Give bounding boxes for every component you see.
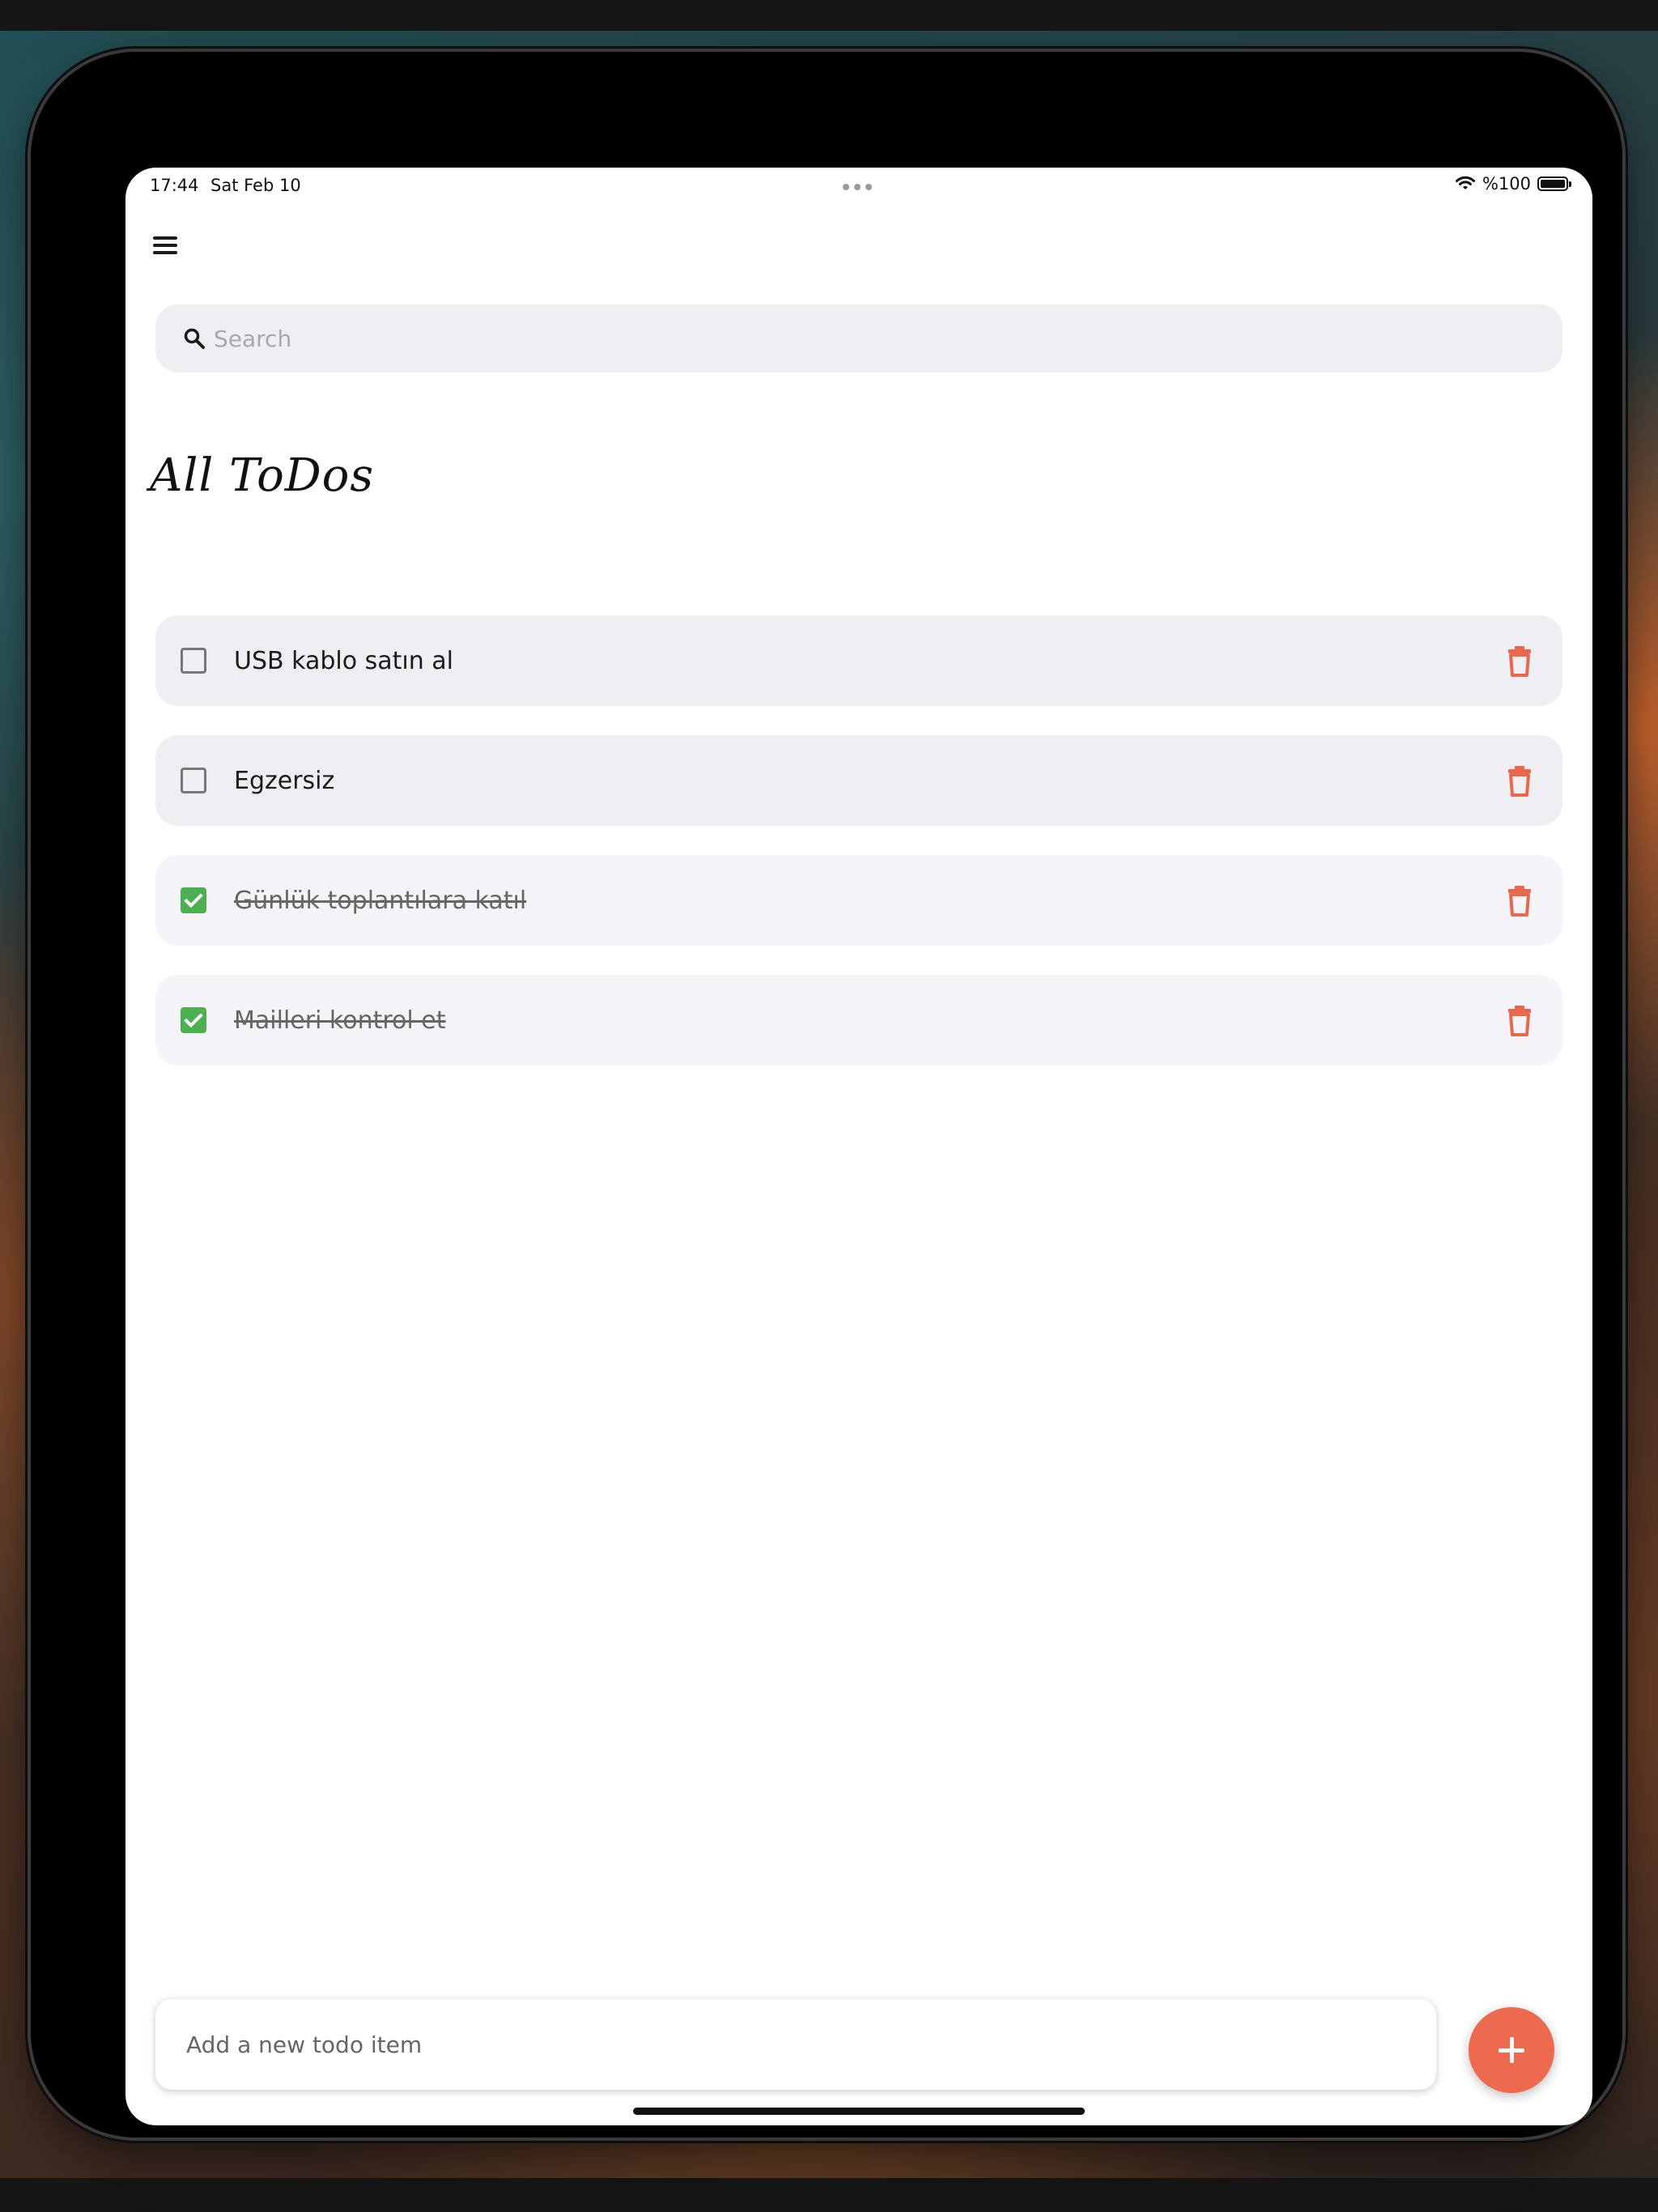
trash-icon[interactable] [1506, 884, 1533, 917]
todo-checkbox[interactable] [181, 887, 206, 913]
search-input[interactable] [212, 324, 1511, 353]
status-time: 17:44 [150, 176, 199, 195]
todo-checkbox[interactable] [181, 768, 206, 793]
todo-checkbox[interactable] [181, 1007, 206, 1033]
app-screen: 17:44 Sat Feb 10 %100 Search All ToDos U… [125, 168, 1592, 2125]
todo-item[interactable]: USB kablo satın al [155, 615, 1562, 706]
trash-icon[interactable] [1506, 1004, 1533, 1036]
wifi-icon [1455, 176, 1475, 189]
status-date: Sat Feb 10 [210, 176, 301, 195]
add-todo-input[interactable] [185, 2030, 1402, 2059]
ipad-frame: 17:44 Sat Feb 10 %100 Search All ToDos U… [31, 52, 1622, 2138]
todo-label: Mailleri kontrol et [234, 1006, 446, 1035]
bottom-bar [0, 2178, 1658, 2212]
todo-checkbox[interactable] [181, 648, 206, 674]
todo-label: Günlük toplantılara katıl [234, 886, 527, 915]
trash-icon[interactable] [1506, 644, 1533, 677]
trash-icon[interactable] [1506, 764, 1533, 797]
multitasking-dots-icon[interactable] [843, 184, 872, 190]
todo-item[interactable]: Günlük toplantılara katıl [155, 855, 1562, 946]
search-icon [184, 328, 205, 349]
todo-item[interactable]: Mailleri kontrol et [155, 975, 1562, 1066]
status-bar: 17:44 Sat Feb 10 %100 [125, 168, 1592, 200]
todo-label: Egzersiz [234, 766, 335, 795]
battery-icon [1537, 177, 1571, 191]
battery-percentage: %100 [1482, 174, 1531, 194]
status-right: %100 [1455, 174, 1571, 194]
search-bar[interactable] [155, 304, 1562, 372]
top-bar [0, 0, 1658, 31]
todo-item[interactable]: Egzersiz [155, 735, 1562, 826]
todo-label: USB kablo satın al [234, 646, 453, 675]
home-indicator[interactable] [633, 2108, 1085, 2115]
page-title: All ToDos [150, 449, 375, 502]
menu-icon[interactable] [151, 234, 181, 258]
desktop-wallpaper: 17:44 Sat Feb 10 %100 Search All ToDos U… [0, 0, 1658, 2212]
add-todo-button[interactable] [1469, 2007, 1554, 2093]
add-todo-field[interactable] [155, 1999, 1436, 2090]
